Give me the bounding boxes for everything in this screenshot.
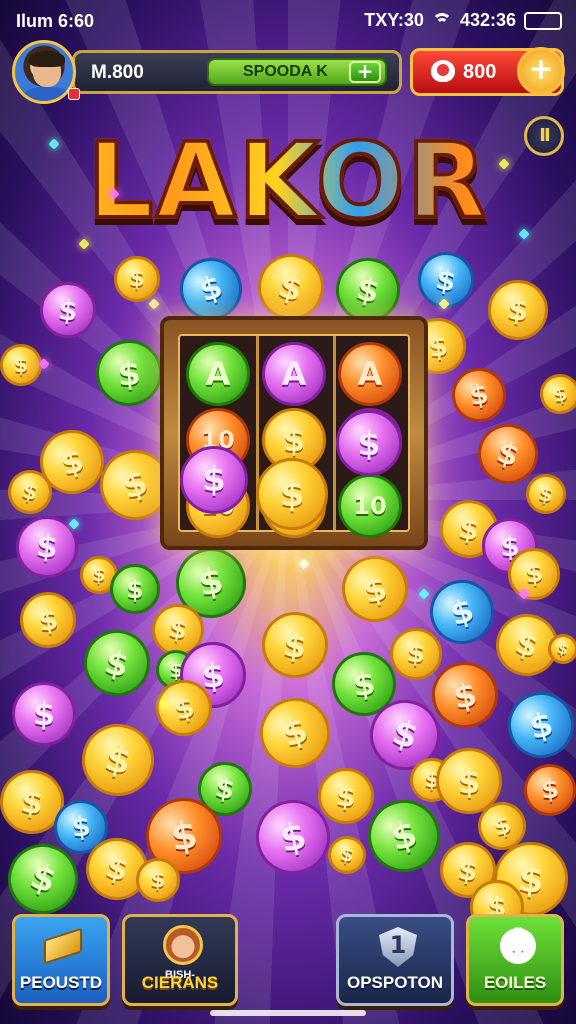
status-text: TXY:30 (364, 10, 424, 30)
battery-icon (524, 11, 562, 30)
decorative-coin: $ (0, 343, 43, 387)
gem-icon (431, 60, 455, 82)
status-battery-text: 432:36 (459, 10, 516, 30)
decorative-coin: $ (536, 370, 576, 418)
decorative-coin: $ (334, 548, 416, 630)
sparkle (148, 298, 160, 310)
decorative-coin: $ (74, 716, 162, 804)
slot-symbol: 10 (338, 474, 402, 538)
options-label: OPSPOTON (346, 973, 444, 992)
add-gems-button[interactable]: + (517, 47, 565, 95)
decorative-coin: $ (258, 608, 332, 682)
sparkle (298, 558, 310, 570)
bonus-meter: SPOODA K + (207, 58, 387, 86)
bonus-label: SPOODA K (243, 63, 328, 80)
slot-symbol: A (338, 342, 402, 406)
decorative-coin: $ (324, 832, 370, 878)
decorative-coin: $ (484, 276, 552, 344)
decorative-coin: $ (37, 279, 99, 341)
gems-value: 800 (463, 61, 497, 83)
sparkle (418, 588, 430, 600)
gold-bar-icon (43, 927, 83, 965)
game-title: LAKOR (0, 118, 576, 244)
decorative-coin: $ (93, 337, 165, 409)
decorative-coin: $ (11, 681, 77, 747)
slot-symbol: A (186, 342, 250, 406)
decorative-coin: $ (336, 410, 402, 476)
deposit-label: PEOUSTD (19, 973, 103, 992)
gear-icon (497, 919, 539, 971)
status-bar: Ilum 6:60 TXY:30 432:36 (0, 0, 576, 40)
decorative-coin: $ (522, 762, 576, 818)
status-time: Ilum 6:60 (16, 11, 95, 31)
decorative-coin: $ (256, 458, 328, 530)
gems-bar: 800 + (410, 47, 565, 96)
decorative-coin: $ (113, 255, 161, 303)
decorative-coin: $ (15, 587, 81, 653)
decorative-coin: $ (110, 564, 160, 614)
player-avatar[interactable] (12, 40, 76, 104)
champions-label: CIERANS (141, 973, 219, 992)
balance-value: M.800 (91, 62, 144, 83)
balance-bar: M.800 SPOODA K + (72, 50, 402, 94)
decorative-coin: $ (180, 446, 248, 514)
add-coins-button[interactable]: + (349, 61, 381, 83)
deposit-button[interactable]: PEOUSTD (12, 914, 110, 1006)
decorative-coin: $ (359, 791, 449, 881)
decorative-coin: $ (500, 684, 576, 766)
notification-badge (68, 88, 80, 100)
top-hud: M.800 SPOODA K + 800 + (12, 40, 565, 104)
shield-icon (379, 927, 417, 967)
decorative-coin: $ (77, 623, 157, 703)
champions-button[interactable]: BISH- CIERANS (122, 914, 238, 1006)
decorative-coin: $ (447, 363, 511, 427)
decorative-coin: $ (250, 688, 340, 778)
roles-label: EOILES (483, 973, 547, 992)
status-right: TXY:30 432:36 (364, 10, 562, 31)
decorative-coin: $ (522, 470, 570, 518)
home-indicator[interactable] (210, 1010, 366, 1016)
wifi-icon (431, 12, 452, 29)
slot-symbol: A (262, 342, 326, 406)
decorative-coin: $ (388, 626, 444, 682)
options-button[interactable]: OPSPOTON (336, 914, 454, 1006)
champion-avatar-icon (163, 925, 203, 965)
roles-button[interactable]: EOILES (466, 914, 564, 1006)
